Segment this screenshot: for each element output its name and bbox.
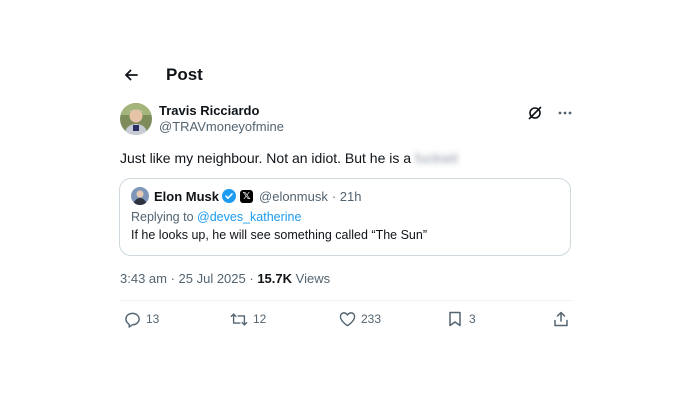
bookmark-count: 3	[469, 312, 476, 326]
share-icon	[552, 310, 570, 328]
reply-button[interactable]: 13	[123, 310, 159, 328]
post-meta: 3:43 am · 25 Jul 2025 · 15.7K Views	[120, 271, 330, 286]
quoted-post[interactable]: Elon Musk 𝕏 @elonmusk · 21h Replying to …	[119, 178, 571, 256]
more-icon[interactable]	[556, 104, 574, 122]
x-badge-icon: 𝕏	[240, 189, 254, 203]
post-timestamp[interactable]: 3:43 am · 25 Jul 2025 ·	[120, 271, 254, 286]
replying-prefix: Replying to	[131, 210, 194, 224]
repost-button[interactable]: 12	[230, 310, 266, 328]
quoted-author-handle[interactable]: @elonmusk	[259, 189, 328, 204]
reply-count: 13	[146, 312, 160, 326]
quoted-author-name[interactable]: Elon Musk	[154, 189, 219, 204]
post-text-hidden: fuckwit	[415, 150, 458, 166]
share-button[interactable]	[552, 310, 570, 328]
like-count: 233	[361, 312, 382, 326]
quoted-post-text: If he looks up, he will see something ca…	[131, 228, 427, 242]
replying-to: Replying to @deves_katherine	[131, 210, 559, 224]
quoted-post-age: · 21h	[331, 188, 362, 204]
views-label: Views	[295, 271, 331, 286]
repost-icon	[230, 310, 248, 328]
post-header: Post	[121, 62, 203, 88]
post-text: Just like my neighbour. Not an idiot. Bu…	[120, 150, 458, 166]
like-icon	[338, 310, 356, 328]
post-author[interactable]: Travis Ricciardo @TRAVmoneyofmine	[120, 103, 284, 135]
verified-icon	[222, 189, 237, 203]
back-arrow-icon[interactable]	[121, 65, 141, 85]
grok-icon[interactable]	[526, 104, 544, 122]
author-name[interactable]: Travis Ricciardo	[159, 103, 284, 119]
views-count: 15.7K	[257, 271, 293, 286]
reply-icon	[123, 310, 141, 328]
replying-to-handle[interactable]: @deves_katherine	[197, 210, 301, 224]
like-button[interactable]: 233	[338, 310, 381, 328]
avatar[interactable]	[120, 103, 152, 135]
bookmark-button[interactable]: 3	[446, 310, 476, 328]
author-handle[interactable]: @TRAVmoneyofmine	[159, 119, 284, 135]
bookmark-icon	[446, 310, 464, 328]
page-title: Post	[166, 65, 203, 84]
action-bar: 13 12 233 3	[120, 310, 572, 332]
post-text-main: Just like my neighbour. Not an idiot. Bu…	[120, 150, 412, 166]
quoted-avatar[interactable]	[131, 187, 149, 205]
repost-count: 12	[253, 312, 267, 326]
divider	[120, 300, 572, 301]
